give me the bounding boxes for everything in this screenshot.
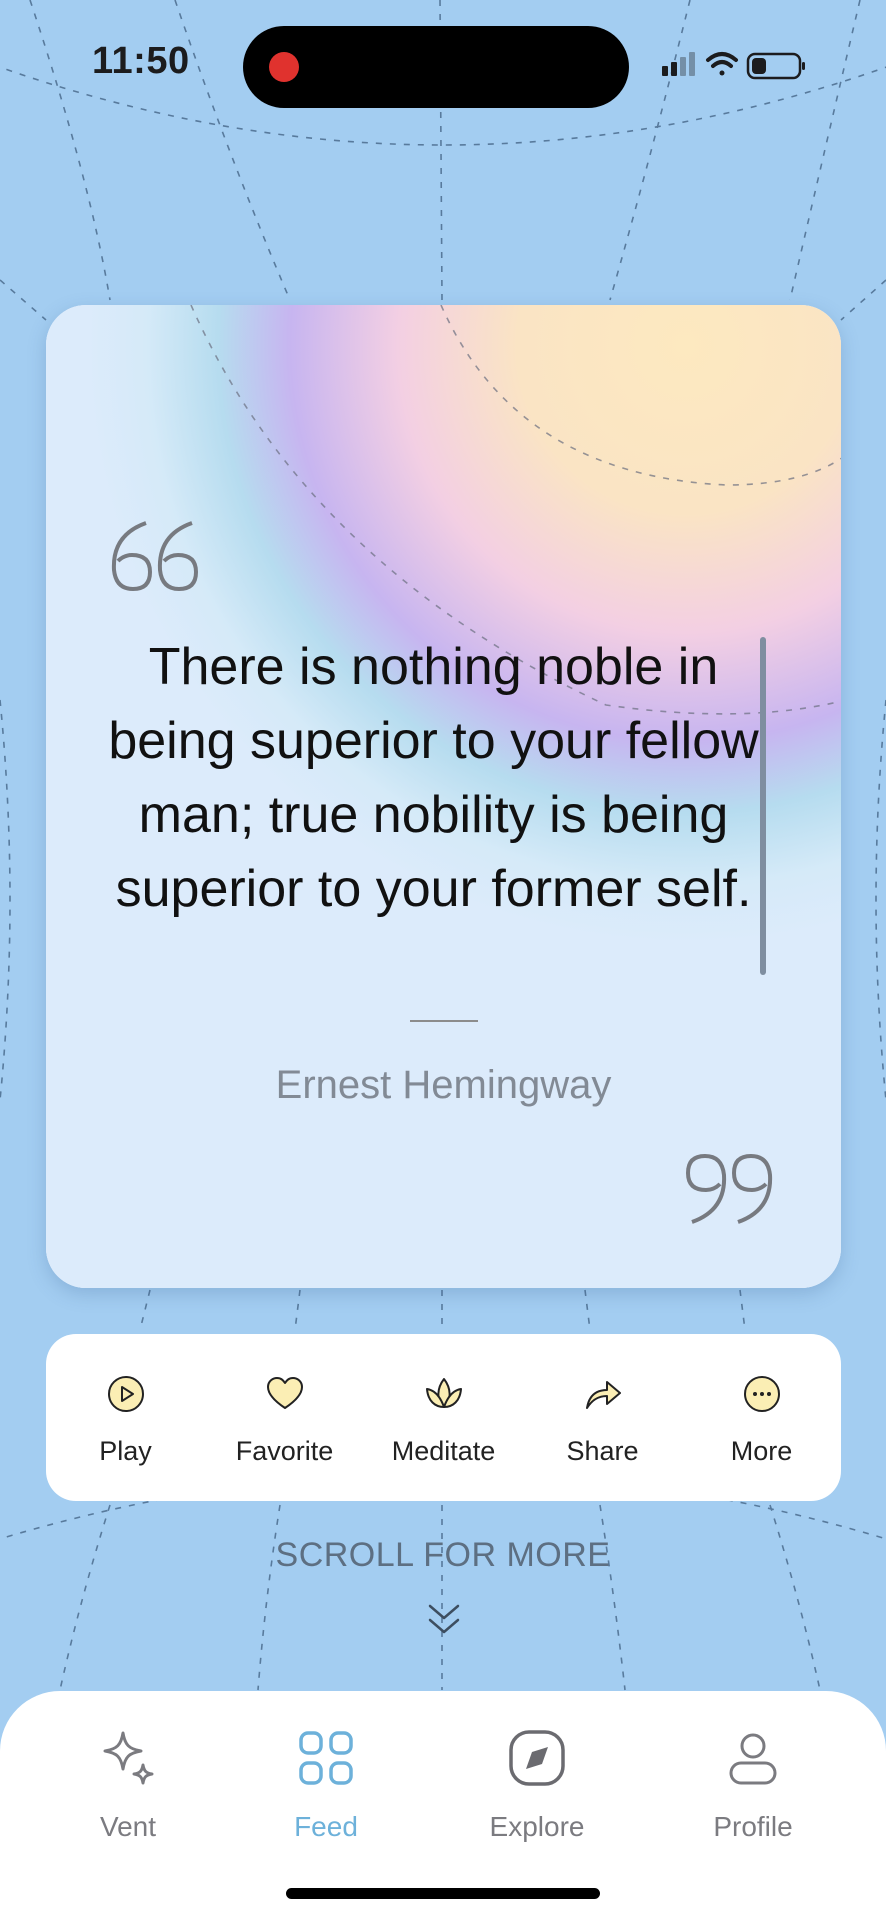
quote-author: Ernest Hemingway (275, 1063, 612, 1107)
recording-indicator-icon (269, 52, 299, 82)
signal-icon (662, 52, 695, 76)
sparkle-icon (103, 1731, 154, 1785)
tab-vent[interactable]: Vent (38, 1727, 218, 1843)
status-icons (662, 52, 805, 80)
quote-card[interactable]: There is nothing noble in being superior… (46, 305, 841, 1288)
favorite-button[interactable]: Favorite (212, 1334, 357, 1467)
dynamic-island (243, 26, 629, 108)
share-button[interactable]: Share (530, 1334, 675, 1467)
author-divider (410, 1020, 478, 1022)
tab-explore[interactable]: Explore (447, 1727, 627, 1843)
quote-actions-bar: Play Favorite Meditate Share More (46, 1334, 841, 1501)
more-dots-icon (743, 1376, 780, 1412)
heart-icon (266, 1377, 303, 1409)
status-time: 11:50 (92, 40, 190, 82)
more-label: More (730, 1436, 793, 1466)
tab-vent-label: Vent (99, 1811, 157, 1842)
meditate-button[interactable]: Meditate (371, 1334, 516, 1467)
share-arrow-icon (585, 1381, 621, 1409)
tab-profile-label: Profile (713, 1811, 793, 1842)
tab-explore-label: Explore (489, 1811, 585, 1842)
scroll-for-more-hint[interactable]: SCROLL FOR MORE (0, 1536, 886, 1575)
close-quote-icon (685, 1153, 773, 1224)
quote-text: There is nothing noble in being superior… (108, 638, 759, 918)
share-label: Share (566, 1436, 639, 1466)
grid-icon (299, 1731, 353, 1785)
play-label: Play (99, 1436, 152, 1466)
more-button[interactable]: More (689, 1334, 834, 1467)
wifi-icon (706, 52, 738, 76)
tab-feed-label: Feed (294, 1811, 358, 1842)
home-indicator[interactable] (286, 1888, 600, 1899)
compass-icon (509, 1730, 565, 1786)
open-quote-icon (111, 521, 199, 592)
tab-profile[interactable]: Profile (663, 1727, 843, 1843)
quote-scrollbar[interactable] (760, 637, 766, 975)
play-button[interactable]: Play (53, 1334, 198, 1467)
double-chevron-down-icon[interactable] (424, 1600, 464, 1640)
battery-icon (746, 52, 805, 80)
person-icon (729, 1733, 777, 1785)
meditate-label: Meditate (391, 1436, 496, 1466)
bottom-tab-bar: Vent Feed Explore Profile (0, 1691, 886, 1920)
lotus-icon (425, 1378, 462, 1408)
play-icon (107, 1376, 144, 1412)
tab-feed[interactable]: Feed (236, 1727, 416, 1843)
favorite-label: Favorite (235, 1436, 334, 1466)
